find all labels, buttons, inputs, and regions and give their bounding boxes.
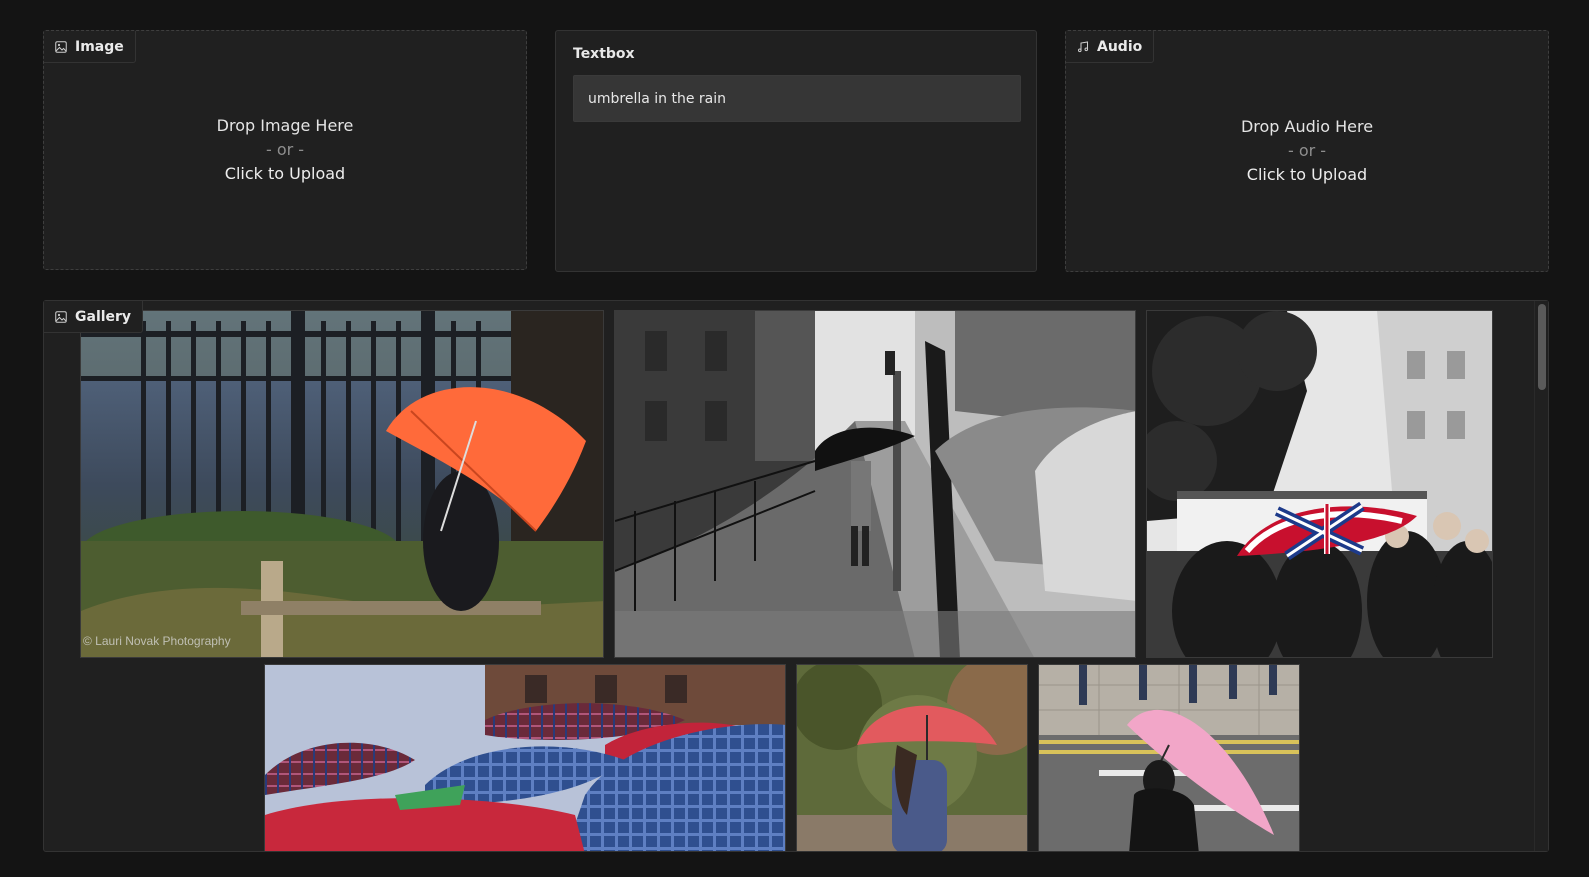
gallery-grid[interactable]: © Lauri Novak Photography <box>44 301 1534 851</box>
audio-drop-zone[interactable]: Drop Audio Here - or - Click to Upload <box>1066 31 1548 271</box>
gallery-item-red-umbrella[interactable] <box>796 664 1028 851</box>
gallery-panel-label: Gallery <box>44 301 144 333</box>
gallery-scrollbar-thumb[interactable] <box>1538 304 1546 390</box>
gallery-item-plaid-umbrellas[interactable] <box>264 664 786 851</box>
pink-umbrella-photo <box>1039 665 1299 851</box>
gallery-scrollbar[interactable] <box>1534 301 1548 851</box>
photo-watermark: © Lauri Novak Photography <box>83 634 231 648</box>
gallery-panel: Gallery © Lauri Novak Photography <box>43 300 1549 852</box>
textbox-label: Textbox <box>573 46 635 62</box>
image-drop-zone[interactable]: Drop Image Here - or - Click to Upload <box>44 31 526 269</box>
black-umbrella-photo <box>615 311 1135 657</box>
gallery-item-black-umbrella[interactable] <box>614 310 1136 658</box>
gallery-item-pink-umbrella[interactable] <box>1038 664 1300 851</box>
audio-or-text: - or - <box>1287 141 1327 160</box>
textbox-value: umbrella in the rain <box>588 90 727 107</box>
textbox-panel: Textbox umbrella in the rain <box>555 30 1037 272</box>
audio-click-upload[interactable]: Click to Upload <box>1247 163 1367 187</box>
textbox-input[interactable]: umbrella in the rain <box>573 75 1021 122</box>
red-umbrella-photo <box>797 665 1027 851</box>
image-drop-text: Drop Image Here <box>216 116 354 135</box>
union-jack-umbrella-photo <box>1147 311 1492 657</box>
image-icon <box>55 310 67 323</box>
gallery-item-orange-umbrella[interactable]: © Lauri Novak Photography <box>80 310 604 658</box>
image-click-upload[interactable]: Click to Upload <box>225 162 345 186</box>
gallery-item-union-jack-umbrella[interactable] <box>1146 310 1493 658</box>
audio-upload-panel[interactable]: Audio Drop Audio Here - or - Click to Up… <box>1065 30 1549 272</box>
image-upload-panel[interactable]: Image Drop Image Here - or - Click to Up… <box>43 30 527 270</box>
orange-umbrella-photo: © Lauri Novak Photography <box>81 311 603 657</box>
image-or-text: - or - <box>265 140 305 159</box>
gallery-panel-label-text: Gallery <box>75 308 132 325</box>
plaid-umbrellas-photo <box>265 665 785 851</box>
audio-drop-text: Drop Audio Here <box>1240 117 1374 136</box>
